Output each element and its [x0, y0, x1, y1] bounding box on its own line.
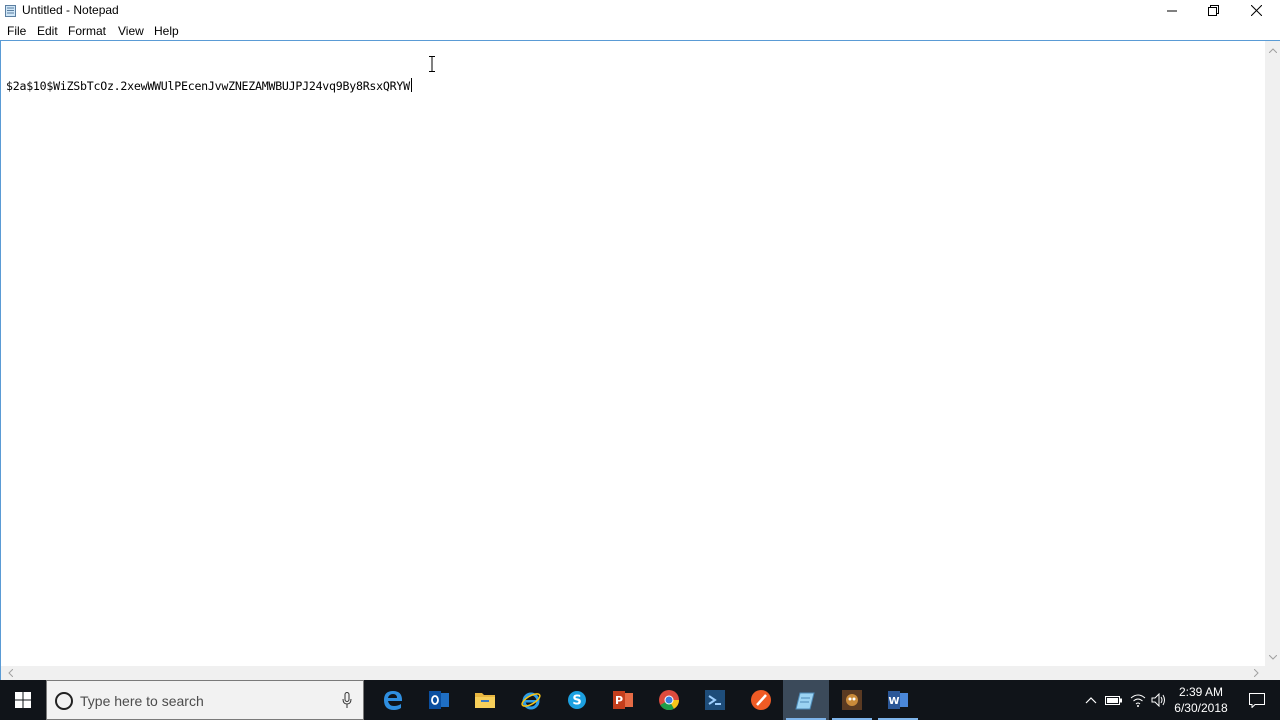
search-box[interactable]: Type here to search [46, 680, 364, 720]
game-taskbar-button[interactable] [829, 680, 875, 720]
menu-edit[interactable]: Edit [37, 24, 58, 38]
internet-explorer-taskbar-button[interactable] [508, 680, 554, 720]
svg-text:S: S [572, 694, 581, 709]
notepad-taskbar-button[interactable] [783, 680, 829, 720]
taskbar: Type here to search S P W 2:39 AM 6/30/2… [0, 680, 1280, 720]
outlook-taskbar-button[interactable] [416, 680, 462, 720]
horizontal-scrollbar[interactable] [1, 666, 1265, 680]
edge-icon [384, 691, 402, 710]
vscode-taskbar-button[interactable] [692, 680, 738, 720]
action-center-button[interactable] [1234, 680, 1280, 720]
scroll-up-arrow-icon[interactable] [1265, 43, 1280, 57]
title-bar[interactable]: Untitled - Notepad [0, 0, 1280, 21]
battery-button[interactable] [1102, 680, 1126, 720]
menu-format[interactable]: Format [68, 24, 106, 38]
network-button[interactable] [1126, 680, 1150, 720]
file-explorer-taskbar-button[interactable] [462, 680, 508, 720]
scroll-down-arrow-icon[interactable] [1265, 650, 1280, 664]
postman-taskbar-button[interactable] [738, 680, 784, 720]
close-icon [1251, 5, 1262, 16]
start-button[interactable] [0, 680, 46, 720]
restore-button[interactable] [1192, 0, 1235, 21]
microphone-icon[interactable] [342, 692, 352, 709]
minimize-icon [1166, 10, 1177, 11]
editor-text-line: $2a$10$WiZSbTcOz.2xewWWUlPEcenJvwZNEZAMW… [6, 79, 410, 93]
clock-date: 6/30/2018 [1174, 701, 1228, 715]
text-editor[interactable] [1, 41, 1265, 666]
chrome-taskbar-button[interactable] [646, 680, 692, 720]
svg-text:P: P [615, 694, 623, 707]
menu-view[interactable]: View [118, 24, 144, 38]
cortana-icon [55, 692, 73, 710]
restore-icon [1208, 5, 1219, 16]
windows-logo-icon [15, 692, 31, 708]
skype-taskbar-button[interactable]: S [554, 680, 600, 720]
word-icon: W [888, 691, 908, 709]
scrollbar-corner [1265, 666, 1280, 680]
minimize-button[interactable] [1150, 0, 1193, 21]
postman-icon [751, 690, 771, 710]
notepad-icon [795, 692, 815, 710]
outlook-icon [429, 691, 449, 709]
editor-content[interactable]: $2a$10$WiZSbTcOz.2xewWWUlPEcenJvwZNEZAMW… [6, 78, 412, 93]
game-icon [842, 690, 862, 710]
menu-file[interactable]: File [7, 24, 26, 38]
svg-text:W: W [888, 696, 899, 707]
clock-time: 2:39 AM [1178, 685, 1224, 699]
search-placeholder: Type here to search [80, 693, 204, 709]
ibeam-cursor-icon [429, 56, 435, 72]
system-clock[interactable]: 2:39 AM 6/30/2018 [1170, 684, 1232, 716]
notification-icon [1249, 692, 1265, 708]
notepad-app-icon [5, 5, 16, 17]
show-hidden-icons-button[interactable] [1080, 680, 1102, 720]
powerpoint-icon: P [613, 691, 633, 709]
speaker-icon [1151, 693, 1165, 707]
text-caret [410, 78, 412, 92]
notepad-window: Untitled - Notepad File Edit Format View… [0, 0, 1280, 680]
scroll-left-arrow-icon[interactable] [3, 666, 18, 680]
scroll-right-arrow-icon[interactable] [1249, 666, 1264, 680]
chrome-icon [659, 690, 680, 711]
edge-taskbar-button[interactable] [370, 680, 416, 720]
vertical-scrollbar[interactable] [1265, 41, 1280, 666]
vscode-icon [705, 690, 725, 710]
wifi-icon [1130, 694, 1146, 707]
skype-icon: S [568, 691, 586, 709]
folder-icon [475, 693, 495, 708]
internet-explorer-icon [521, 692, 541, 710]
window-title: Untitled - Notepad [22, 3, 119, 17]
chevron-up-icon [1085, 696, 1097, 703]
battery-icon [1105, 696, 1122, 705]
menu-help[interactable]: Help [154, 24, 179, 38]
word-taskbar-button[interactable]: W [875, 680, 921, 720]
powerpoint-taskbar-button[interactable]: P [600, 680, 646, 720]
close-button[interactable] [1235, 0, 1278, 21]
volume-button[interactable] [1148, 680, 1170, 720]
menu-bar: File Edit Format View Help [0, 21, 1280, 40]
